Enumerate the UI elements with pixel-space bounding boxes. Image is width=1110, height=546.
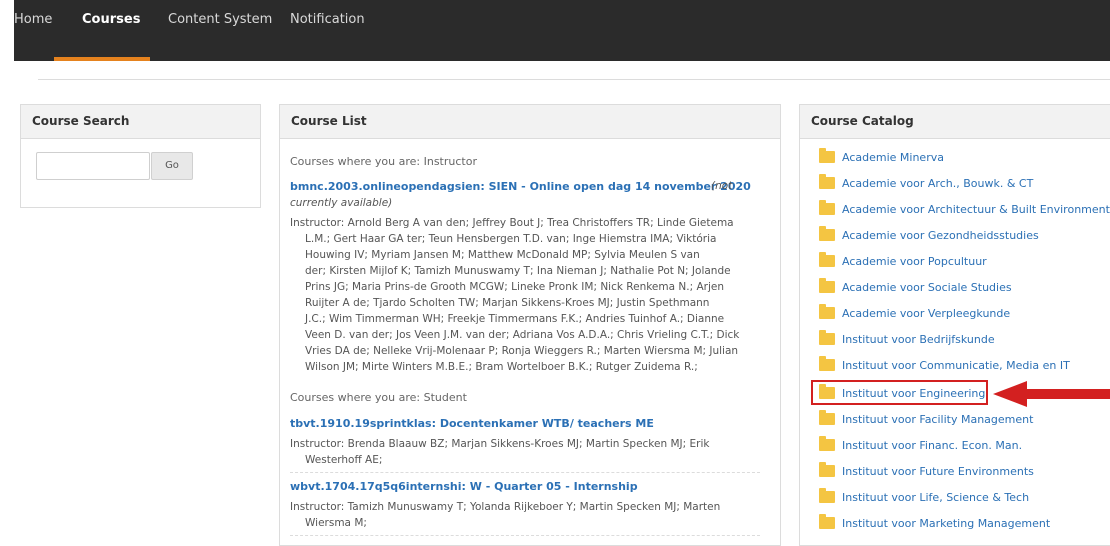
catalog-item[interactable]: Academie voor Sociale Studies [819,278,1012,296]
instructor-line: Instructor: Brenda Blaauw BZ; Marjan Sik… [290,438,710,450]
catalog-item-label[interactable]: Academie voor Gezondheidsstudies [842,229,1039,242]
catalog-item-label[interactable]: Instituut voor Communicatie, Media en IT [842,359,1070,372]
catalog-item-label[interactable]: Instituut voor Future Environments [842,465,1034,478]
catalog-item[interactable]: Instituut voor Financ. Econ. Man. [819,436,1022,454]
catalog-item[interactable]: Instituut voor Bedrijfskunde [819,330,995,348]
folder-icon [819,174,835,189]
instructor-line: Prins JG; Maria Prins-de Grooth MCGW; Li… [305,281,724,293]
catalog-item[interactable]: Academie voor Architectuur & Built Envir… [819,200,1110,218]
course-link[interactable]: tbvt.1910.19sprintklas: Docentenkamer WT… [290,417,654,430]
instructor-list: Instructor: Arnold Berg A van den; Jeffr… [290,215,762,375]
catalog-item-label[interactable]: Academie voor Arch., Bouwk. & CT [842,177,1033,190]
folder-icon [819,200,835,215]
availability-note: (not [711,180,733,192]
catalog-item[interactable]: Academie Minerva [819,148,944,166]
folder-icon [819,330,835,345]
catalog-item-label[interactable]: Academie voor Architectuur & Built Envir… [842,203,1110,216]
catalog-item-label[interactable]: Academie voor Popcultuur [842,255,987,268]
catalog-item-label[interactable]: Instituut voor Bedrijfskunde [842,333,995,346]
student-section-label: Courses where you are: Student [290,391,467,404]
folder-icon [819,436,835,451]
folder-icon [819,226,835,241]
instructor-line: J.C.; Wim Timmerman WH; Freekje Timmerma… [305,313,725,325]
instructor-line: Ruijter A de; Tjardo Scholten TW; Marjan… [305,297,710,309]
instructor-line: Veen D. van der; Jos Veen J.M. van der; … [305,329,740,341]
folder-icon [819,488,835,503]
divider [290,472,760,473]
catalog-item-label[interactable]: Academie voor Sociale Studies [842,281,1012,294]
instructor-line: der; Kirsten Mijlof K; Tamizh Munuswamy … [305,265,731,277]
instructor-line: Wilson JM; Mirte Winters M.B.E.; Bram Wo… [305,361,698,373]
highlight-box [811,380,988,405]
course-search-input[interactable] [36,152,150,180]
folder-icon [819,252,835,267]
catalog-item[interactable]: Academie voor Arch., Bouwk. & CT [819,174,1033,192]
course-list-title: Course List [280,105,780,139]
nav-courses[interactable]: Courses [82,12,140,27]
catalog-item-label[interactable]: Instituut voor Life, Science & Tech [842,491,1029,504]
catalog-item-label[interactable]: Academie voor Verpleegkunde [842,307,1010,320]
instructor-line: Instructor: Arnold Berg A van den; Jeffr… [290,217,734,229]
instructor-list: Instructor: Brenda Blaauw BZ; Marjan Sik… [290,436,762,468]
availability-note-cont: currently available) [290,197,393,209]
catalog-item[interactable]: Academie voor Gezondheidsstudies [819,226,1039,244]
instructor-line: Westerhoff AE; [305,454,383,466]
course-search-panel: Course Search Go [20,104,261,208]
instructor-line: L.M.; Gert Haar GA ter; Teun Hensbergen … [305,233,717,245]
red-arrow-icon [993,381,1110,407]
folder-icon [819,462,835,477]
course-list-panel: Course List Courses where you are: Instr… [279,104,781,546]
folder-icon [819,278,835,293]
instructor-line: Houwing IV; Myriam Jansen M; Matthew McD… [305,249,700,261]
catalog-item-label[interactable]: Instituut voor Marketing Management [842,517,1050,530]
catalog-item[interactable]: Academie voor Verpleegkunde [819,304,1010,322]
folder-icon [819,410,835,425]
folder-icon [819,356,835,371]
catalog-item[interactable]: Instituut voor Communicatie, Media en IT [819,356,1070,374]
catalog-item-label[interactable]: Academie Minerva [842,151,944,164]
go-button[interactable]: Go [151,152,193,180]
catalog-item[interactable]: Instituut voor Life, Science & Tech [819,488,1029,506]
folder-icon [819,148,835,163]
nav-home[interactable]: Home [14,12,52,27]
catalog-list: Academie Minerva Academie voor Arch., Bo… [799,0,1110,535]
instructor-list: Instructor: Tamizh Munuswamy T; Yolanda … [290,499,762,531]
instructor-line: Instructor: Tamizh Munuswamy T; Yolanda … [290,501,721,513]
catalog-item[interactable]: Instituut voor Future Environments [819,462,1034,480]
instructor-line: Wiersma M; [305,517,367,529]
course-title[interactable]: bmnc.2003.onlineopendagsien: SIEN - Onli… [290,180,751,193]
divider [290,535,760,536]
catalog-item[interactable]: Academie voor Popcultuur [819,252,987,270]
course-link[interactable]: bmnc.2003.onlineopendagsien: SIEN - Onli… [290,180,751,193]
folder-icon [819,514,835,529]
course-search-title: Course Search [21,105,260,139]
instructor-line: Vries DA de; Nelleke Vrij-Molenaar P; Ro… [305,345,739,357]
course-link[interactable]: wbvt.1704.17q5q6internshi: W - Quarter 0… [290,480,638,493]
catalog-item[interactable]: Instituut voor Marketing Management [819,514,1050,532]
folder-icon [819,304,835,319]
catalog-item-label[interactable]: Instituut voor Financ. Econ. Man. [842,439,1022,452]
nav-notification[interactable]: Notification [290,12,365,27]
instructor-section-label: Courses where you are: Instructor [290,155,477,168]
catalog-item[interactable]: Instituut voor Facility Management [819,410,1033,428]
nav-content-system[interactable]: Content System [168,12,272,27]
catalog-item-label[interactable]: Instituut voor Facility Management [842,413,1033,426]
